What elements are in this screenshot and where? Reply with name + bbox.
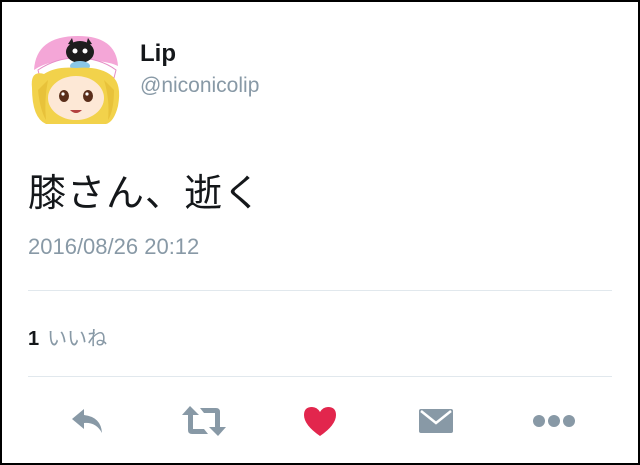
divider — [28, 376, 612, 377]
direct-message-button[interactable] — [412, 394, 460, 448]
more-options-icon — [533, 415, 575, 427]
user-handle[interactable]: @niconicolip — [140, 74, 259, 98]
like-button[interactable] — [296, 394, 344, 448]
divider — [28, 290, 612, 291]
likes-summary[interactable]: 1 いいね — [28, 322, 107, 351]
tweet-timestamp: 2016/08/26 20:12 — [28, 234, 200, 259]
reply-icon — [72, 409, 102, 433]
user-display-name[interactable]: Lip — [140, 40, 176, 68]
tweet-action-bar — [2, 394, 638, 448]
tweet-detail-card: Lip @niconicolip 膝さん、逝く 2016/08/26 20:12… — [0, 0, 640, 465]
likes-label: いいね — [47, 328, 108, 350]
more-options-button[interactable] — [530, 394, 578, 448]
retweet-icon — [182, 406, 226, 436]
retweet-button[interactable] — [180, 394, 228, 448]
reply-button[interactable] — [64, 394, 112, 448]
like-heart-icon — [304, 407, 336, 436]
likes-count: 1 — [28, 328, 40, 350]
user-avatar[interactable] — [26, 30, 124, 124]
direct-message-icon — [419, 409, 453, 433]
tweet-text: 膝さん、逝く — [28, 173, 263, 215]
